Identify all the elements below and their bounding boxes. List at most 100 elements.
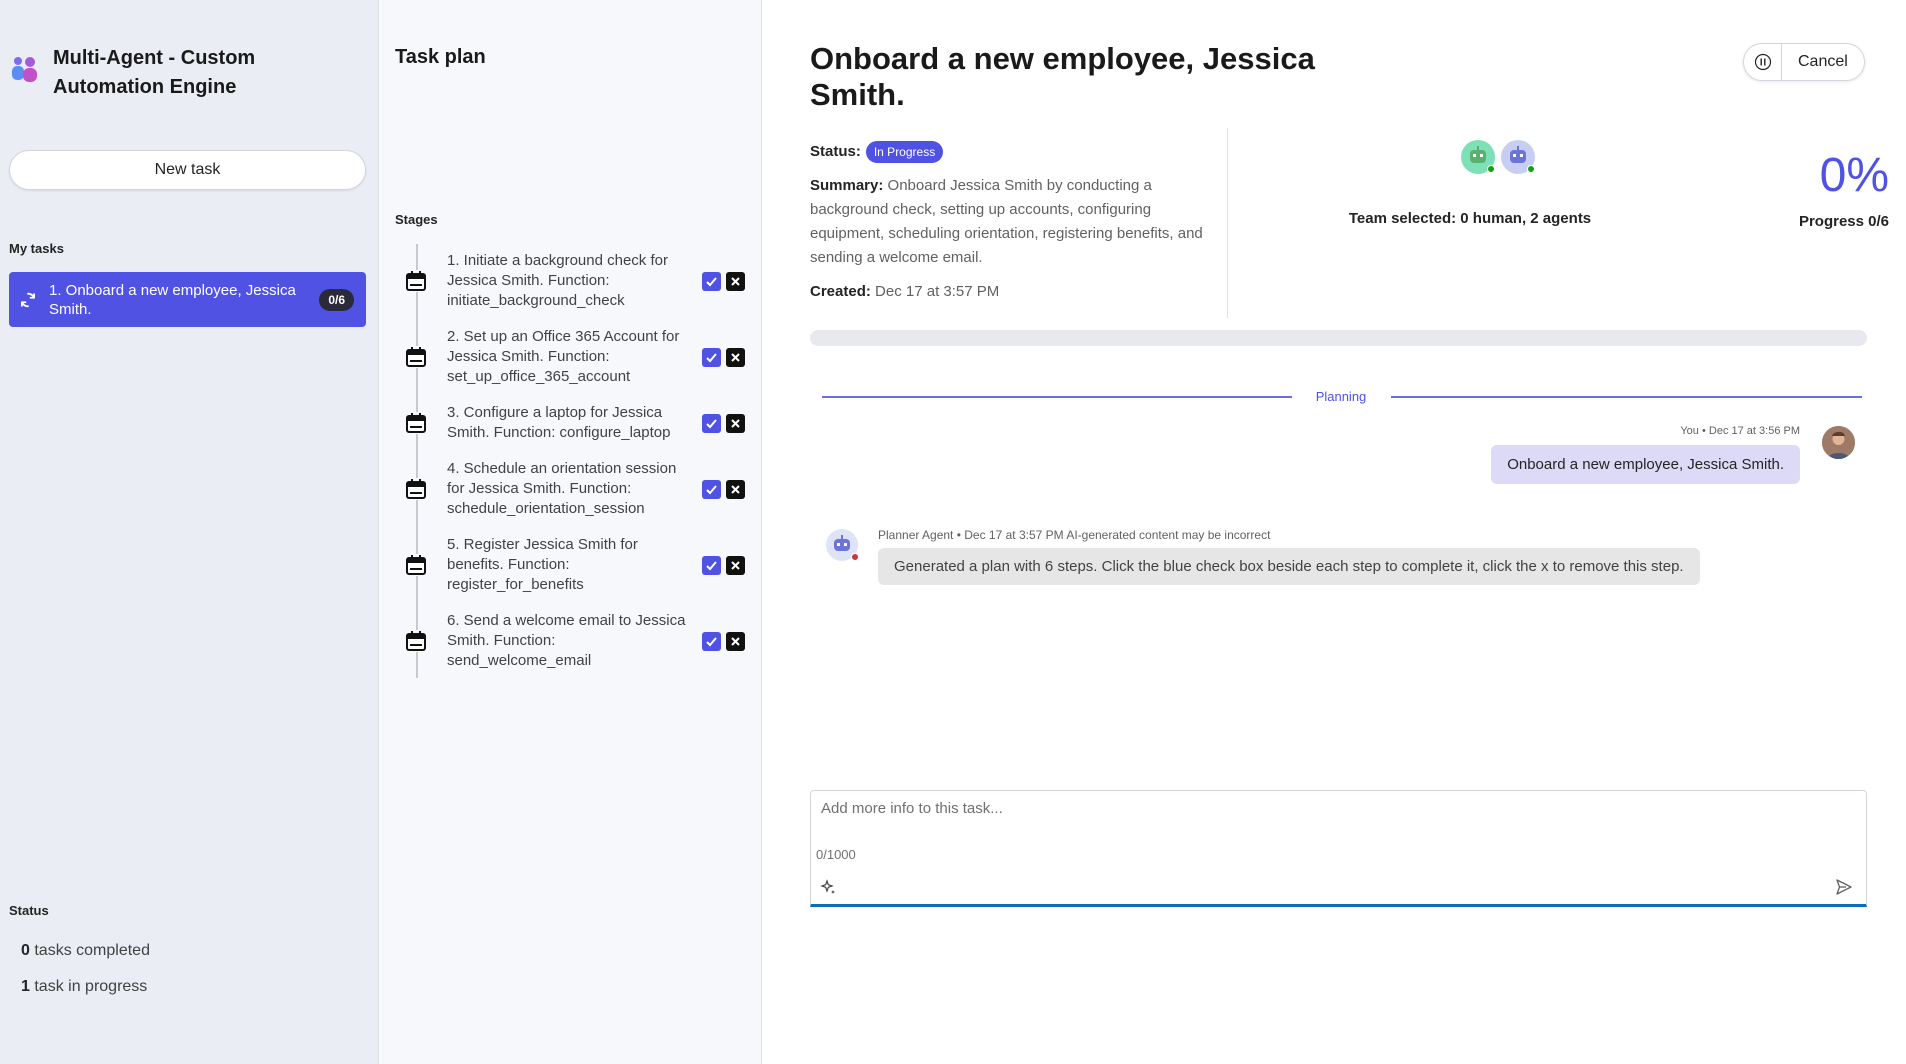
stage-step: 4. Schedule an orientation session for J… — [405, 459, 745, 519]
status-heading: Status — [9, 903, 49, 918]
user-message-bubble: Onboard a new employee, Jessica Smith. — [1491, 445, 1800, 484]
user-message-meta: You • Dec 17 at 3:56 PM — [1680, 425, 1800, 437]
app-title: Multi-Agent - Custom Automation Engine — [53, 47, 256, 98]
calendar-icon — [405, 412, 427, 434]
user-photo-icon — [1822, 426, 1855, 459]
team-selected-label: Team selected: 0 human, 2 agents — [1348, 210, 1592, 227]
complete-step-checkbox[interactable] — [702, 413, 721, 433]
complete-step-checkbox[interactable] — [702, 347, 721, 367]
pause-icon — [1754, 53, 1771, 71]
stage-step-label: 3. Configure a laptop for Jessica Smith.… — [447, 404, 671, 441]
agent-avatar — [1461, 140, 1495, 174]
planner-agent-avatar — [826, 529, 859, 561]
tasks-in-progress-status: 1 task in progress — [21, 978, 147, 996]
remove-step-button[interactable] — [726, 271, 745, 291]
checkmark-icon — [706, 352, 717, 362]
calendar-icon — [405, 346, 427, 368]
sparkle-icon[interactable] — [820, 879, 838, 897]
tasks-completed-text: tasks completed — [34, 942, 150, 959]
calendar-icon — [405, 478, 427, 500]
stage-step: 6. Send a welcome email to Jessica Smith… — [405, 611, 745, 671]
character-count: 0/1000 — [816, 847, 856, 862]
stages-heading: Stages — [395, 212, 438, 227]
task-detail-panel: Onboard a new employee, Jessica Smith. C… — [763, 0, 1906, 1064]
complete-step-checkbox[interactable] — [702, 631, 721, 651]
tasks-completed-count: 0 — [21, 942, 30, 959]
close-icon — [731, 418, 740, 428]
close-icon — [731, 560, 740, 570]
summary-label: Summary: — [810, 177, 884, 194]
remove-step-button[interactable] — [726, 631, 745, 651]
stage-step: 2. Set up an Office 365 Account for Jess… — [405, 327, 745, 387]
remove-step-button[interactable] — [726, 555, 745, 575]
info-divider — [1227, 128, 1228, 318]
complete-step-checkbox[interactable] — [702, 555, 721, 575]
summary: Summary: Onboard Jessica Smith by conduc… — [810, 174, 1205, 270]
sidebar: Multi-Agent - Custom Automation Engine N… — [0, 0, 379, 1064]
remove-step-button[interactable] — [726, 347, 745, 367]
close-icon — [731, 484, 740, 494]
stage-step-label: 6. Send a welcome email to Jessica Smith… — [447, 612, 686, 669]
remove-step-button[interactable] — [726, 413, 745, 433]
stage-step: 3. Configure a laptop for Jessica Smith.… — [405, 403, 745, 443]
created-label: Created: — [810, 283, 871, 300]
brand: Multi-Agent - Custom Automation Engine — [9, 44, 313, 102]
calendar-icon — [405, 270, 427, 292]
calendar-icon — [405, 630, 427, 652]
app-logo-icon — [9, 54, 41, 86]
remove-step-button[interactable] — [726, 479, 745, 499]
agent-avatar — [1501, 140, 1535, 174]
checkmark-icon — [706, 560, 717, 570]
progress-label: Progress 0/6 — [1798, 213, 1889, 230]
new-task-button[interactable]: New task — [9, 150, 366, 190]
task-list-item-active[interactable]: 1. Onboard a new employee, Jessica Smith… — [9, 272, 366, 327]
checkmark-icon — [706, 276, 717, 286]
task-info: Status: In Progress Summary: Onboard Jes… — [810, 140, 1205, 304]
agent-message-meta: Planner Agent • Dec 17 at 3:57 PM AI-gen… — [878, 528, 1271, 542]
progress-percent: 0% — [1819, 149, 1889, 202]
message-composer: 0/1000 — [810, 790, 1867, 907]
stage-step-label: 4. Schedule an orientation session for J… — [447, 460, 677, 517]
send-icon[interactable] — [1834, 877, 1854, 897]
task-plan-title: Task plan — [395, 46, 486, 68]
status-indicator — [851, 553, 859, 561]
checkmark-icon — [706, 418, 717, 428]
planning-divider-label: Planning — [1315, 389, 1367, 404]
complete-step-checkbox[interactable] — [702, 271, 721, 291]
calendar-icon — [405, 554, 427, 576]
stage-step-label: 5. Register Jessica Smith for benefits. … — [447, 536, 638, 593]
tasks-in-progress-text: task in progress — [34, 978, 148, 995]
status-row: Status: In Progress — [810, 140, 1205, 164]
stage-step: 1. Initiate a background check for Jessi… — [405, 251, 745, 311]
task-info-input[interactable] — [811, 791, 1866, 843]
agent-message-bubble: Generated a plan with 6 steps. Click the… — [878, 548, 1700, 585]
sync-icon — [20, 292, 36, 307]
task-list-item-label: 1. Onboard a new employee, Jessica Smith… — [49, 281, 296, 318]
agent-avatars — [1461, 140, 1535, 174]
complete-step-checkbox[interactable] — [702, 479, 721, 499]
checkmark-icon — [706, 484, 717, 494]
stage-step-label: 1. Initiate a background check for Jessi… — [447, 252, 668, 309]
cancel-button[interactable]: Cancel — [1782, 44, 1864, 80]
stage-step: 5. Register Jessica Smith for benefits. … — [405, 535, 745, 595]
task-plan-panel: Task plan Stages 1. Initiate a backgroun… — [380, 0, 762, 1064]
user-avatar — [1822, 426, 1855, 459]
progress-bar — [810, 330, 1867, 346]
status-badge: In Progress — [865, 141, 944, 163]
planning-divider-left — [822, 396, 1292, 398]
task-actions: Cancel — [1743, 43, 1865, 81]
online-indicator — [1527, 165, 1535, 173]
task-title: Onboard a new employee, Jessica Smith. — [810, 41, 1315, 112]
status-label: Status: — [810, 143, 861, 160]
checkmark-icon — [706, 636, 717, 646]
online-indicator — [1487, 165, 1495, 173]
stage-step-label: 2. Set up an Office 365 Account for Jess… — [447, 328, 680, 385]
chat-area: Planning You • Dec 17 at 3:56 PM Onboard… — [810, 358, 1867, 788]
created-value: Dec 17 at 3:57 PM — [875, 283, 1000, 300]
my-tasks-heading: My tasks — [9, 241, 64, 256]
close-icon — [731, 352, 740, 362]
close-icon — [731, 636, 740, 646]
pause-button[interactable] — [1744, 44, 1782, 80]
tasks-in-progress-count: 1 — [21, 978, 30, 995]
close-icon — [731, 276, 740, 286]
